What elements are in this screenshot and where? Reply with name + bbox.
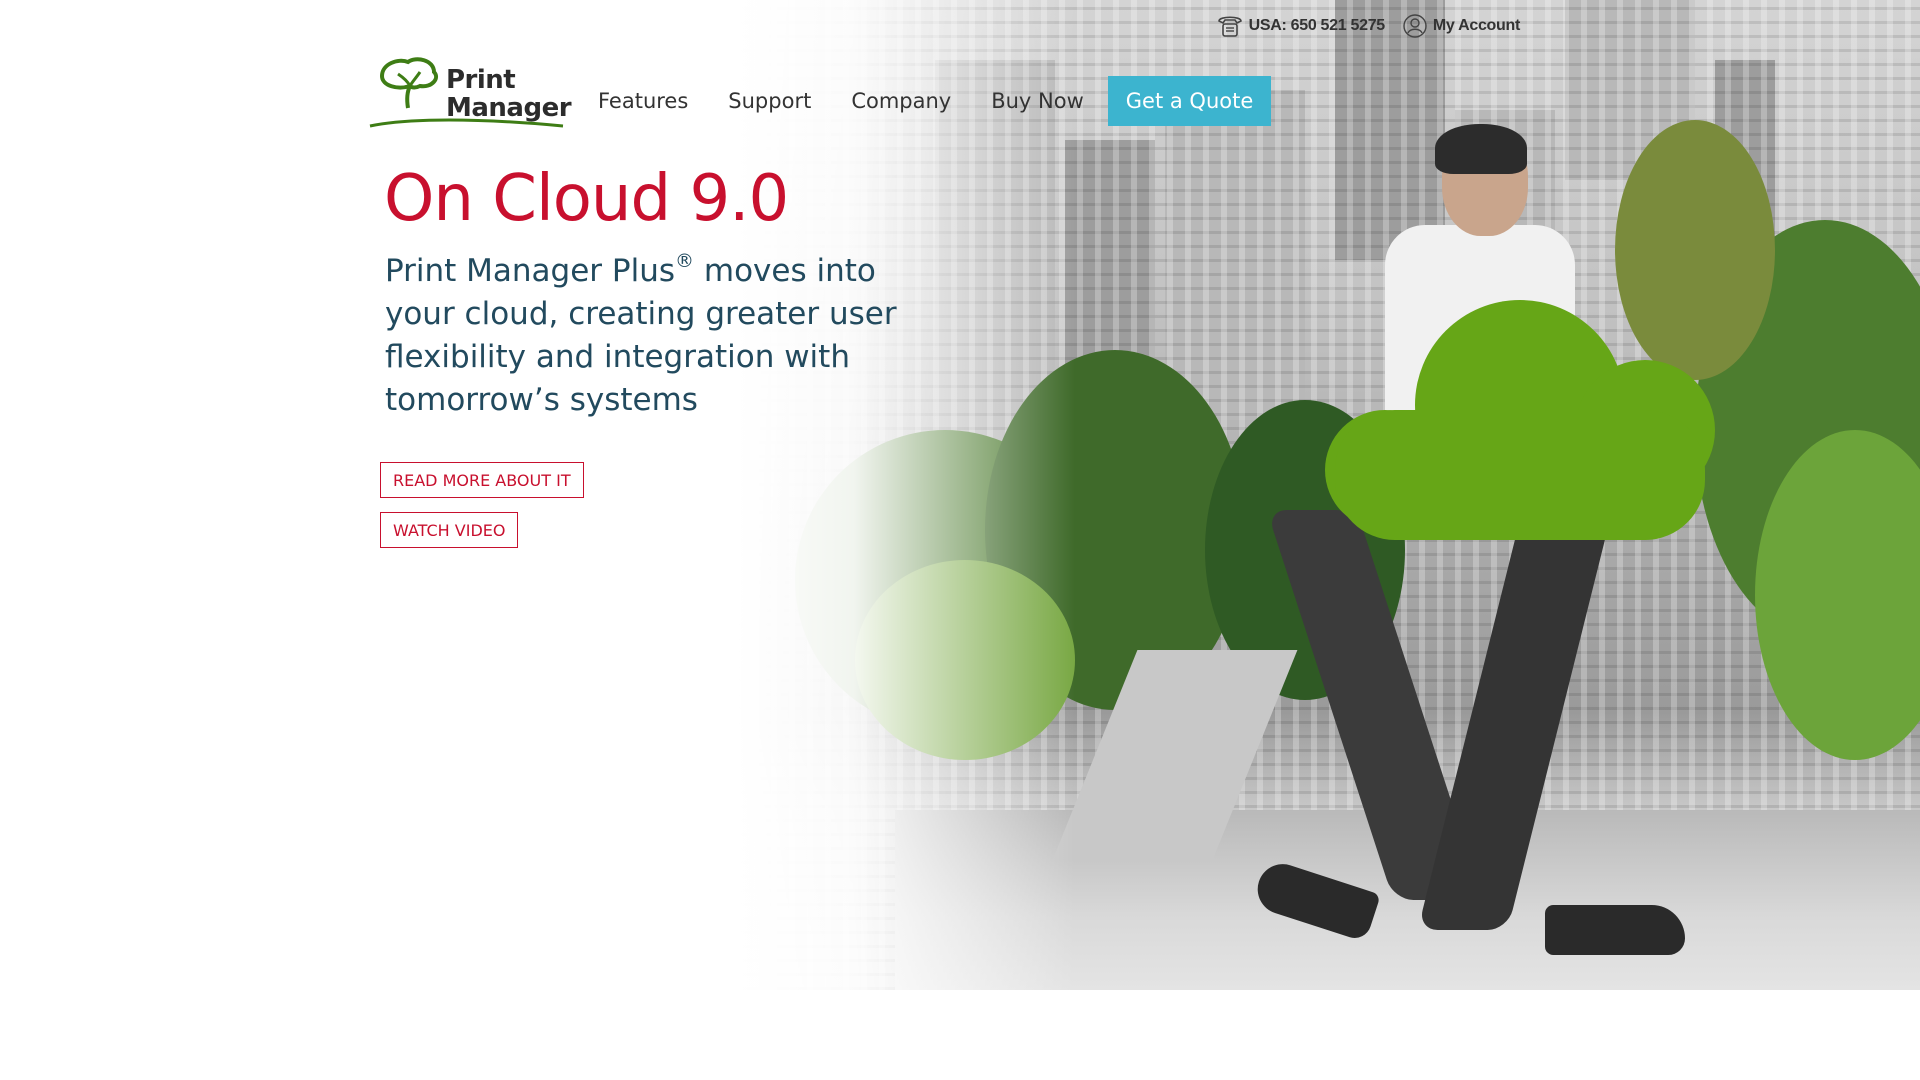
user-icon (1403, 14, 1427, 38)
logo-wordmark: Print Manager (446, 65, 572, 123)
hero-subtitle-lead: Print Manager Plus (385, 253, 676, 289)
phone-link[interactable]: USA: 650 521 5275 (1217, 14, 1385, 38)
hero-title: On Cloud 9.0 (384, 162, 789, 236)
my-account-link[interactable]: My Account (1403, 14, 1520, 38)
nav-support[interactable]: Support (708, 76, 831, 126)
watch-video-button[interactable]: WATCH VIDEO (380, 512, 519, 548)
green-cloud-prop (1325, 300, 1715, 540)
nav-buy-now[interactable]: Buy Now (971, 76, 1104, 126)
hero-subtitle: Print Manager Plus® moves into your clou… (385, 250, 945, 422)
utility-bar: USA: 650 521 5275 My Account (1217, 14, 1520, 38)
registered-mark: ® (675, 250, 695, 272)
phone-icon (1217, 14, 1243, 38)
main-navigation: Features Support Company Buy Now Get a Q… (578, 76, 1272, 126)
phone-number: USA: 650 521 5275 (1248, 17, 1386, 34)
read-more-button[interactable]: READ MORE ABOUT IT (380, 462, 584, 498)
get-a-quote-button[interactable]: Get a Quote (1107, 76, 1272, 126)
print-manager-logo[interactable]: Print Manager (368, 56, 572, 134)
nav-company[interactable]: Company (831, 76, 971, 126)
my-account-label: My Account (1432, 17, 1520, 34)
nav-features[interactable]: Features (578, 76, 708, 126)
